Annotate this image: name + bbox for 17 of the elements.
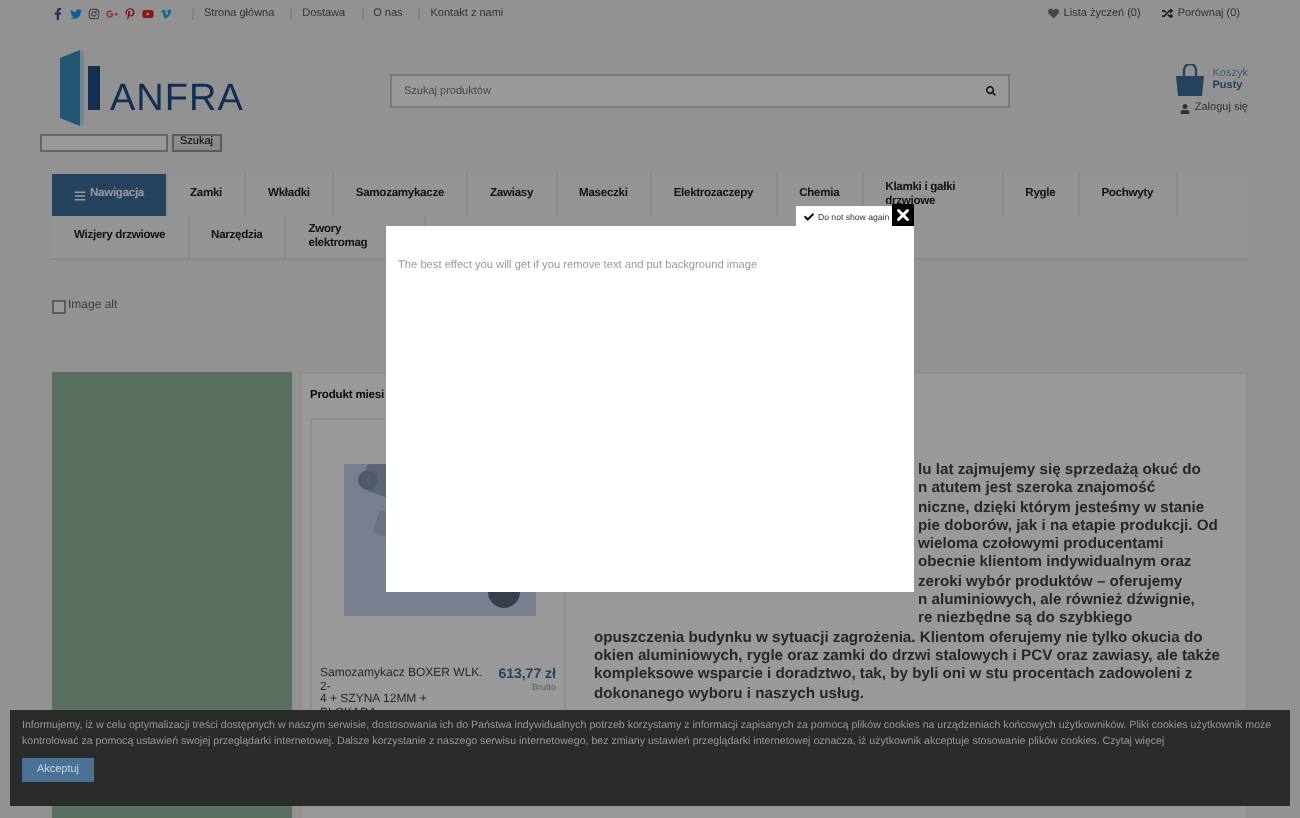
shopping-bag-icon[interactable]: [1174, 64, 1207, 96]
vimeo-icon[interactable]: [160, 8, 172, 20]
instagram-icon[interactable]: [88, 8, 100, 20]
check-icon: [803, 211, 813, 221]
shuffle-icon[interactable]: [1162, 8, 1174, 20]
youtube-icon[interactable]: [142, 8, 154, 20]
mini-search-field[interactable]: [40, 134, 168, 152]
menu-icon[interactable]: [74, 189, 86, 201]
close-button[interactable]: [892, 204, 914, 226]
pinterest-icon[interactable]: [124, 8, 136, 20]
search-icon[interactable]: [986, 86, 996, 96]
twitter-icon[interactable]: [70, 8, 82, 20]
user-icon[interactable]: [1180, 103, 1191, 113]
facebook-icon[interactable]: [52, 8, 64, 20]
heart-icon[interactable]: [1048, 8, 1060, 20]
google-plus-icon[interactable]: [106, 8, 118, 20]
brand-name: ANFRA: [110, 80, 244, 118]
